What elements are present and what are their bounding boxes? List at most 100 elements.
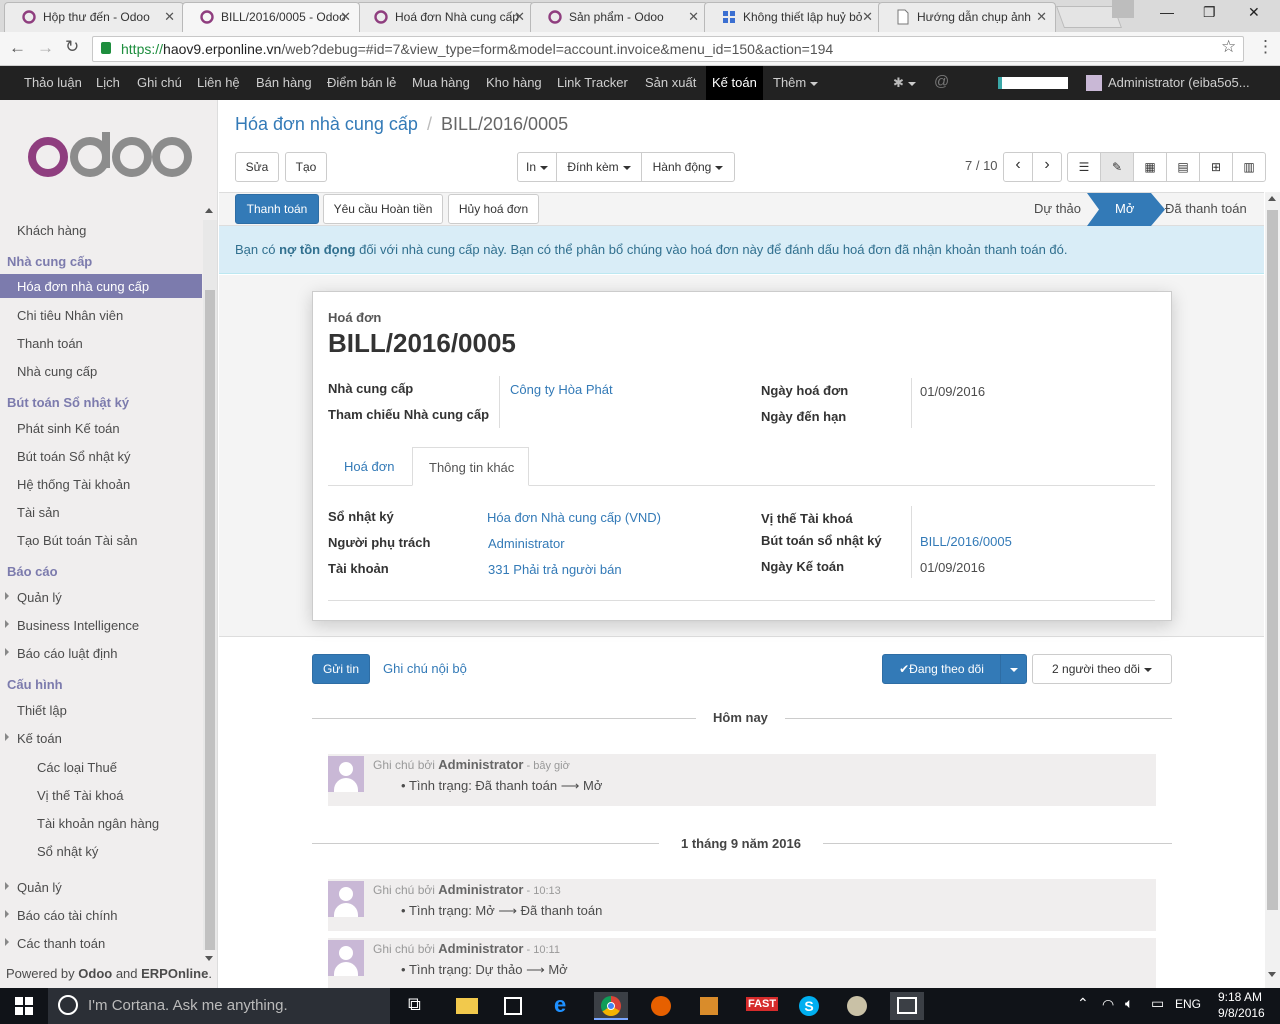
language-indicator[interactable]: ENG (1175, 997, 1201, 1011)
menu-sales[interactable]: Bán hàng (256, 66, 312, 100)
menu-calendar[interactable]: Lịch (96, 66, 120, 100)
graph-view-icon[interactable]: ▥ (1232, 152, 1266, 182)
sidebar-item-settings[interactable]: Thiết lập (0, 698, 202, 722)
reload-icon[interactable]: ↻ (65, 37, 79, 57)
file-explorer-icon[interactable] (450, 992, 484, 1020)
browser-tab[interactable]: Hộp thư đến - Odoo ✕ (4, 2, 184, 32)
avatar[interactable] (328, 881, 364, 917)
back-icon[interactable]: ← (9, 38, 26, 58)
kanban-view-icon[interactable]: ▦ (1133, 152, 1167, 182)
ask-refund-button[interactable]: Yêu cầu Hoàn tiền (323, 194, 443, 224)
sidebar-item-management[interactable]: Quản lý (0, 585, 202, 609)
close-icon[interactable]: ✕ (688, 9, 699, 25)
clock-date[interactable]: 9/8/2016 (1218, 1006, 1265, 1020)
sidebar-item-journal-entries[interactable]: Bút toán Sổ nhật ký (0, 444, 202, 468)
close-icon[interactable]: ✕ (862, 9, 873, 25)
browser-tab-active[interactable]: BILL/2016/0005 - Odoo ✕ (182, 2, 360, 32)
sidebar-item-payment-methods[interactable]: Các thanh toán (0, 931, 202, 955)
following-button[interactable]: ✔Đang theo dõi (882, 654, 1001, 684)
send-message-button[interactable]: Gửi tin (312, 654, 370, 684)
pivot-view-icon[interactable]: ⊞ (1199, 152, 1233, 182)
windows-start-icon[interactable] (15, 997, 33, 1015)
volume-icon[interactable]: 🔈︎ (1125, 995, 1133, 1012)
following-dropdown[interactable] (1000, 654, 1027, 684)
sidebar-item-vendors[interactable]: Nhà cung cấp (0, 359, 202, 383)
menu-discuss[interactable]: Thảo luận (24, 66, 82, 100)
menu-manufacturing[interactable]: Sản xuất (645, 66, 696, 100)
bill-date-field[interactable]: 01/09/2016 (920, 384, 985, 399)
url-input[interactable]: https://haov9.erponline.vn/web?debug=#id… (92, 36, 1244, 62)
avatar[interactable] (328, 940, 364, 976)
pager-next-button[interactable]: › (1032, 152, 1062, 182)
calendar-view-icon[interactable]: ▤ (1166, 152, 1200, 182)
scroll-down-icon[interactable] (205, 956, 213, 961)
photos-icon[interactable] (890, 992, 924, 1020)
log-note-link[interactable]: Ghi chú nội bộ (383, 661, 467, 676)
menu-icon[interactable]: ⋮ (1257, 37, 1274, 57)
sidebar-item-payments[interactable]: Thanh toán (0, 331, 202, 355)
profile-icon[interactable] (1112, 0, 1134, 18)
browser-tab[interactable]: Không thiết lập huỷ bỏ ✕ (704, 2, 882, 32)
sidebar-item-journal-items[interactable]: Phát sinh Kế toán (0, 416, 202, 440)
sidebar-item-accounting[interactable]: Kế toán (0, 726, 202, 750)
close-icon[interactable]: ✕ (164, 9, 175, 25)
fast-app-icon[interactable]: FAST (742, 992, 779, 1020)
sidebar-item-create-asset-entries[interactable]: Tạo Bút toán Tài sản (0, 528, 202, 552)
sidebar-item-financial-reports[interactable]: Báo cáo tài chính (0, 903, 202, 927)
account-field[interactable]: 331 Phải trả người bán (488, 562, 622, 577)
sidebar-item-legal-reports[interactable]: Báo cáo luật định (0, 641, 202, 665)
user-menu[interactable]: Administrator (eiba5o5... (1108, 66, 1250, 100)
message-author[interactable]: Administrator (438, 757, 523, 772)
print-dropdown[interactable]: In (517, 152, 557, 182)
responsible-field[interactable]: Administrator (488, 536, 565, 551)
paint-icon[interactable] (840, 992, 874, 1020)
main-scrollbar[interactable] (1265, 192, 1280, 988)
sidebar-item-vendor-bills[interactable]: Hóa đơn nhà cung cấp (0, 274, 202, 298)
sidebar-item-management-2[interactable]: Quản lý (0, 875, 202, 899)
media-player-icon[interactable] (692, 992, 726, 1020)
edge-icon[interactable]: e (546, 992, 580, 1020)
status-paid[interactable]: Đã thanh toán (1165, 201, 1247, 216)
breadcrumb-parent[interactable]: Hóa đơn nhà cung cấp (235, 114, 418, 134)
network-icon[interactable]: ◠ (1102, 996, 1114, 1013)
journal-field[interactable]: Hóa đơn Nhà cung cấp (VND) (487, 510, 661, 525)
close-window-icon[interactable]: ✕ (1248, 4, 1260, 21)
store-icon[interactable] (496, 992, 530, 1020)
sidebar-item-customers[interactable]: Khách hàng (0, 218, 202, 242)
menu-inventory[interactable]: Kho hàng (486, 66, 542, 100)
close-icon[interactable]: ✕ (340, 9, 351, 25)
sidebar-item-assets[interactable]: Tài sản (0, 500, 202, 524)
clock-time[interactable]: 9:18 AM (1218, 990, 1262, 1004)
status-open[interactable]: Mở (1115, 201, 1134, 216)
chevron-up-icon[interactable]: ⌃ (1077, 995, 1089, 1012)
cortana-search-box[interactable]: I'm Cortana. Ask me anything. (48, 988, 390, 1024)
discuss-icon[interactable]: @ (934, 66, 949, 100)
menu-purchase[interactable]: Mua hàng (412, 66, 470, 100)
sidebar-item-fiscal-positions[interactable]: Vị thế Tài khoá (0, 783, 202, 807)
status-draft[interactable]: Dự thảo (1034, 201, 1081, 216)
sidebar-item-bank-accounts[interactable]: Tài khoản ngân hàng (0, 811, 202, 835)
list-view-icon[interactable]: ☰ (1067, 152, 1101, 182)
scroll-down-icon[interactable] (1268, 972, 1276, 977)
close-icon[interactable]: ✕ (1036, 9, 1047, 25)
create-button[interactable]: Tạo (285, 152, 327, 182)
bug-icon[interactable]: ✱ (893, 66, 916, 100)
register-payment-button[interactable]: Thanh toán (235, 194, 319, 224)
message-author[interactable]: Administrator (438, 941, 523, 956)
sidebar-scrollbar[interactable] (203, 220, 217, 950)
browser-tab[interactable]: Hoá đơn Nhà cung cấp ✕ (356, 2, 534, 32)
form-view-icon[interactable]: ✎ (1100, 152, 1134, 182)
avatar[interactable] (328, 756, 364, 792)
vendor-field[interactable]: Công ty Hòa Phát (510, 382, 613, 397)
firefox-icon[interactable] (644, 992, 678, 1020)
message-author[interactable]: Administrator (438, 882, 523, 897)
chrome-icon[interactable] (594, 992, 628, 1020)
sidebar-item-chart-of-accounts[interactable]: Hệ thống Tài khoản (0, 472, 202, 496)
sidebar-item-journals[interactable]: Sổ nhật ký (0, 839, 202, 863)
action-dropdown[interactable]: Hành động (641, 152, 735, 182)
maximize-icon[interactable]: ❐ (1203, 4, 1216, 21)
skype-icon[interactable]: S (792, 992, 826, 1020)
sidebar-item-business-intelligence[interactable]: Business Intelligence (0, 613, 202, 637)
sidebar-item-taxes[interactable]: Các loại Thuế (0, 755, 202, 779)
scroll-up-icon[interactable] (205, 208, 213, 213)
